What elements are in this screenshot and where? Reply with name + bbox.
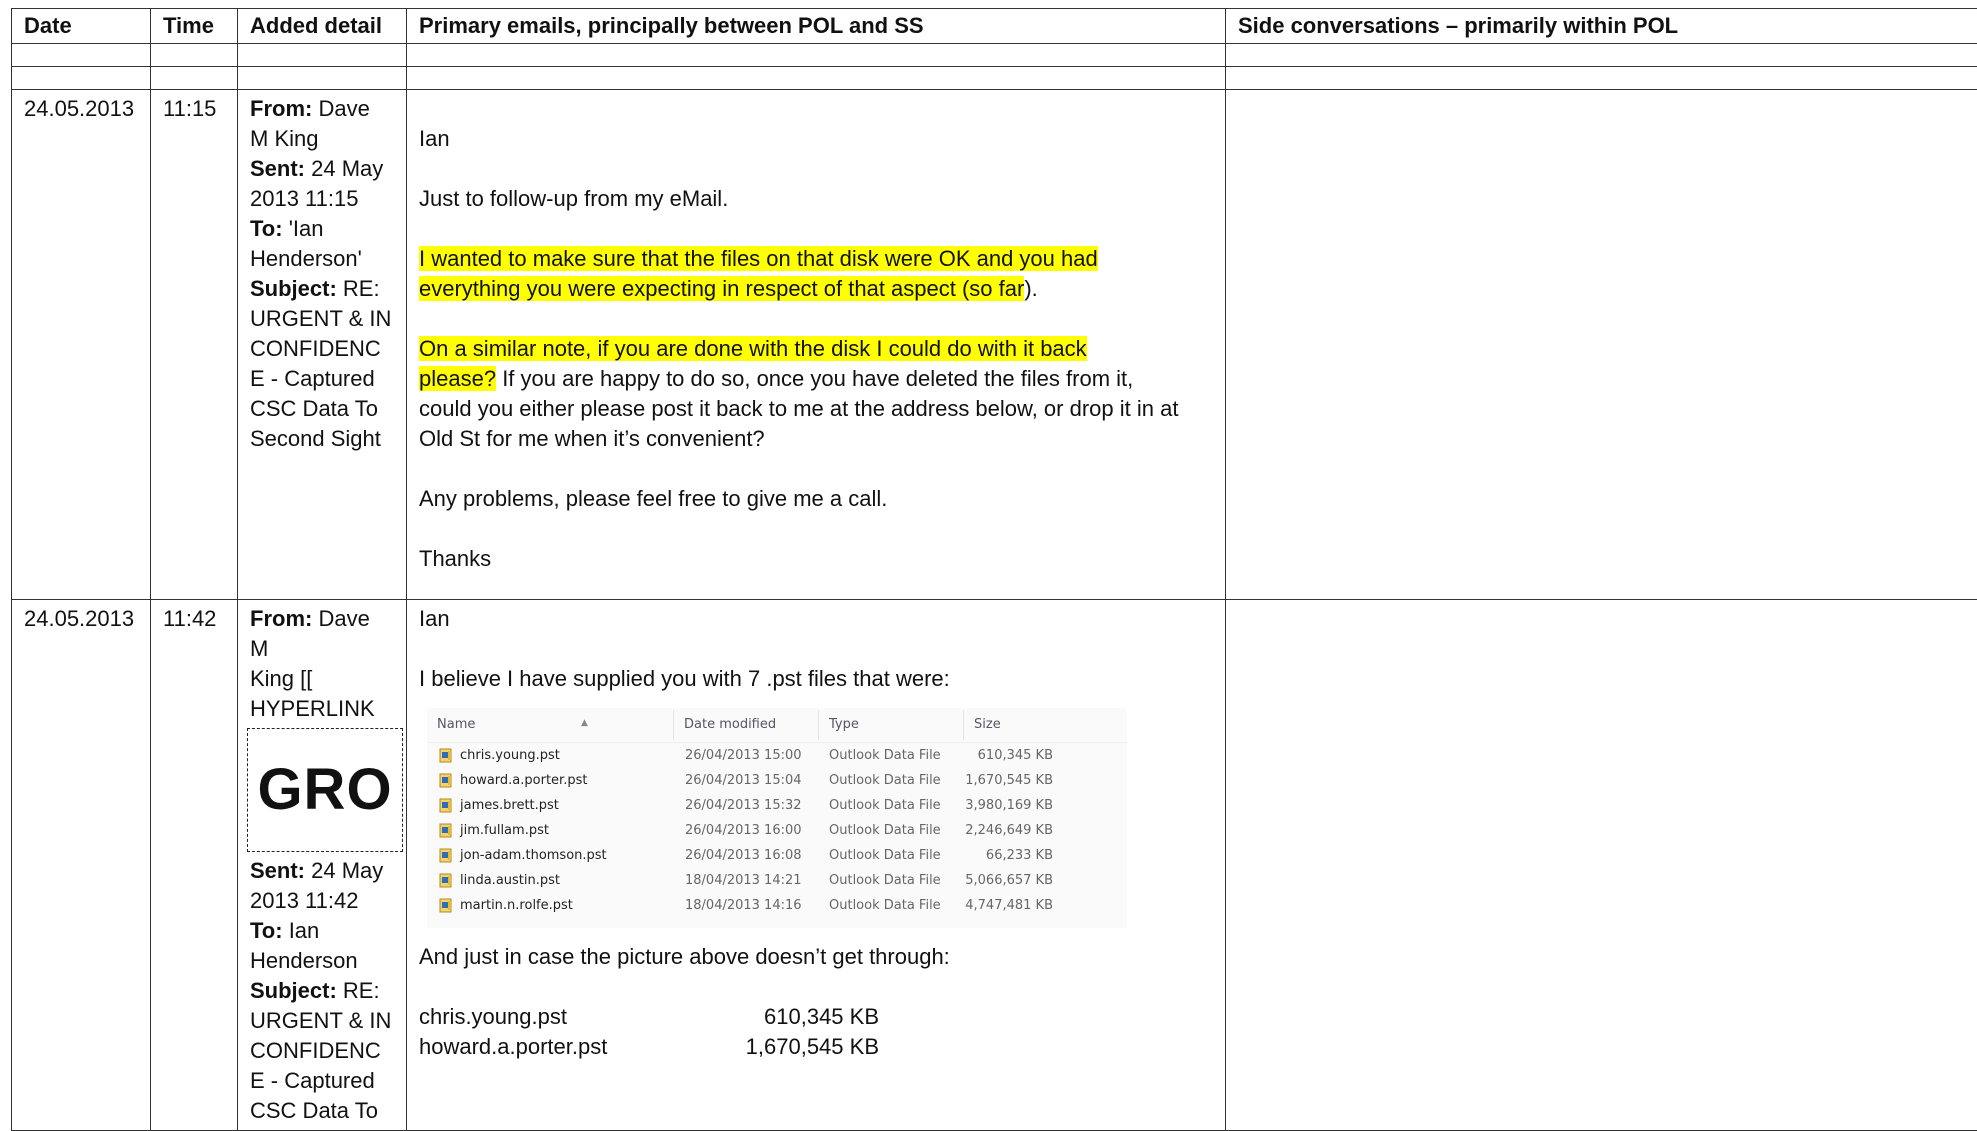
header-date: Date xyxy=(12,9,151,44)
pst-file-icon xyxy=(439,823,453,838)
blank-row xyxy=(12,44,1977,67)
file-row[interactable]: linda.austin.pst18/04/2013 14:21Outlook … xyxy=(427,868,1127,893)
blank-row xyxy=(12,67,1977,90)
email-line: Any problems, please feel free to give m… xyxy=(419,484,1213,514)
highlighted-paragraph: I wanted to make sure that the files on … xyxy=(419,244,1213,304)
column-size: Size xyxy=(963,710,1054,740)
sort-ascending-icon: ▲ xyxy=(581,708,588,738)
email-line: And just in case the picture above doesn… xyxy=(419,942,1213,972)
document-page: Date Time Added detail Primary emails, p… xyxy=(11,8,1977,1131)
file-row[interactable]: martin.n.rolfe.pst18/04/2013 14:16Outloo… xyxy=(427,893,1127,918)
row-date: 24.05.2013 xyxy=(12,600,151,1131)
row-date: 24.05.2013 xyxy=(12,90,151,600)
header-side-conversations: Side conversations – primarily within PO… xyxy=(1226,9,1977,44)
email-greeting: Ian xyxy=(419,124,1213,154)
pst-file-icon xyxy=(439,748,453,763)
pst-file-icon xyxy=(439,773,453,788)
pst-file-icon xyxy=(439,898,453,913)
file-row[interactable]: jon-adam.thomson.pst26/04/2013 16:08Outl… xyxy=(427,843,1127,868)
email-line: I believe I have supplied you with 7 .ps… xyxy=(419,664,1213,694)
file-date: 18/04/2013 14:16 xyxy=(675,891,819,921)
file-size: 4,747,481 KB xyxy=(963,891,1053,921)
pst-file-icon xyxy=(439,873,453,888)
primary-email-body: Ian I believe I have supplied you with 7… xyxy=(407,600,1226,1131)
list-item: howard.a.porter.pst1,670,545 KB xyxy=(419,1032,879,1062)
explorer-file-list: chris.young.pst26/04/2013 15:00Outlook D… xyxy=(427,743,1127,918)
pst-file-icon xyxy=(439,798,453,813)
pst-file-icon xyxy=(439,848,453,863)
file-row[interactable]: james.brett.pst26/04/2013 15:32Outlook D… xyxy=(427,793,1127,818)
header-primary-emails: Primary emails, principally between POL … xyxy=(407,9,1226,44)
highlighted-paragraph: On a similar note, if you are done with … xyxy=(419,334,1213,454)
column-name: Name▲ xyxy=(427,710,673,740)
header-time: Time xyxy=(151,9,238,44)
explorer-column-headers: Name▲ Date modified Type Size xyxy=(427,708,1127,743)
table-row: 24.05.2013 11:42 From: Dave M King [[ HY… xyxy=(12,600,1977,1131)
table-row: 24.05.2013 11:15 From: Dave M King Sent:… xyxy=(12,90,1977,600)
column-type: Type xyxy=(818,710,963,740)
file-name: martin.n.rolfe.pst xyxy=(427,891,675,921)
redaction-box: GRO xyxy=(247,728,403,852)
file-type: Outlook Data File xyxy=(819,891,963,921)
row-time: 11:15 xyxy=(151,90,238,600)
email-greeting: Ian xyxy=(419,604,1213,634)
email-signoff: Thanks xyxy=(419,544,1213,574)
file-row[interactable]: howard.a.porter.pst26/04/2013 15:04Outlo… xyxy=(427,768,1127,793)
file-row[interactable]: jim.fullam.pst26/04/2013 16:00Outlook Da… xyxy=(427,818,1127,843)
header-row: Date Time Added detail Primary emails, p… xyxy=(12,9,1977,44)
email-chronology-table: Date Time Added detail Primary emails, p… xyxy=(11,8,1977,1131)
email-metadata: From: Dave M King Sent: 24 May 2013 11:1… xyxy=(238,90,407,600)
email-metadata: From: Dave M King [[ HYPERLINK GRO Sent:… xyxy=(238,600,407,1131)
email-line: Just to follow-up from my eMail. xyxy=(419,184,1213,214)
header-added-detail: Added detail xyxy=(238,9,407,44)
file-row[interactable]: chris.young.pst26/04/2013 15:00Outlook D… xyxy=(427,743,1127,768)
file-explorer-screenshot: Name▲ Date modified Type Size chris.youn… xyxy=(427,708,1127,928)
side-conversation-cell xyxy=(1226,600,1977,1131)
side-conversation-cell xyxy=(1226,90,1977,600)
row-time: 11:42 xyxy=(151,600,238,1131)
column-date-modified: Date modified xyxy=(673,710,818,740)
primary-email-body: Ian Just to follow-up from my eMail. I w… xyxy=(407,90,1226,600)
file-size-list: chris.young.pst610,345 KB howard.a.porte… xyxy=(419,1002,879,1062)
list-item: chris.young.pst610,345 KB xyxy=(419,1002,879,1032)
